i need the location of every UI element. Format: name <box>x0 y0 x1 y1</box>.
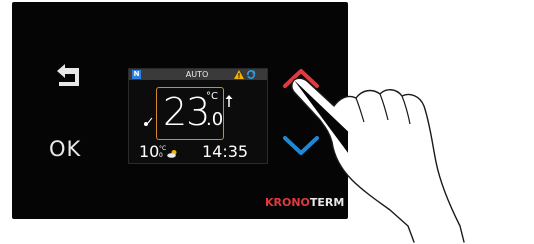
outdoor-decimal: 0 <box>159 152 163 159</box>
outdoor-unit: °C <box>159 145 167 152</box>
temperature-decimal: .0 <box>206 109 224 130</box>
up-arrow-icon <box>225 95 233 107</box>
status-bar: N AUTO <box>129 69 267 80</box>
back-arrow-icon <box>57 64 79 86</box>
lcd-display: N AUTO 23 °C .0 10 °C 0 14:35 <box>128 68 268 164</box>
sync-icon <box>247 70 256 79</box>
warning-icon <box>234 70 244 79</box>
ok-button[interactable]: OK <box>49 135 99 163</box>
pointing-hand-icon <box>291 77 465 243</box>
status-badge: N <box>132 70 141 79</box>
mode-label: AUTO <box>185 70 209 79</box>
heating-mode-icon <box>144 117 153 126</box>
outdoor-temperature: 10 <box>139 142 160 161</box>
partly-cloudy-icon <box>167 150 177 158</box>
temperature-value: 23 <box>163 90 210 134</box>
temperature-unit: °C <box>206 91 218 102</box>
clock: 14:35 <box>202 142 249 161</box>
back-button[interactable] <box>53 63 87 91</box>
